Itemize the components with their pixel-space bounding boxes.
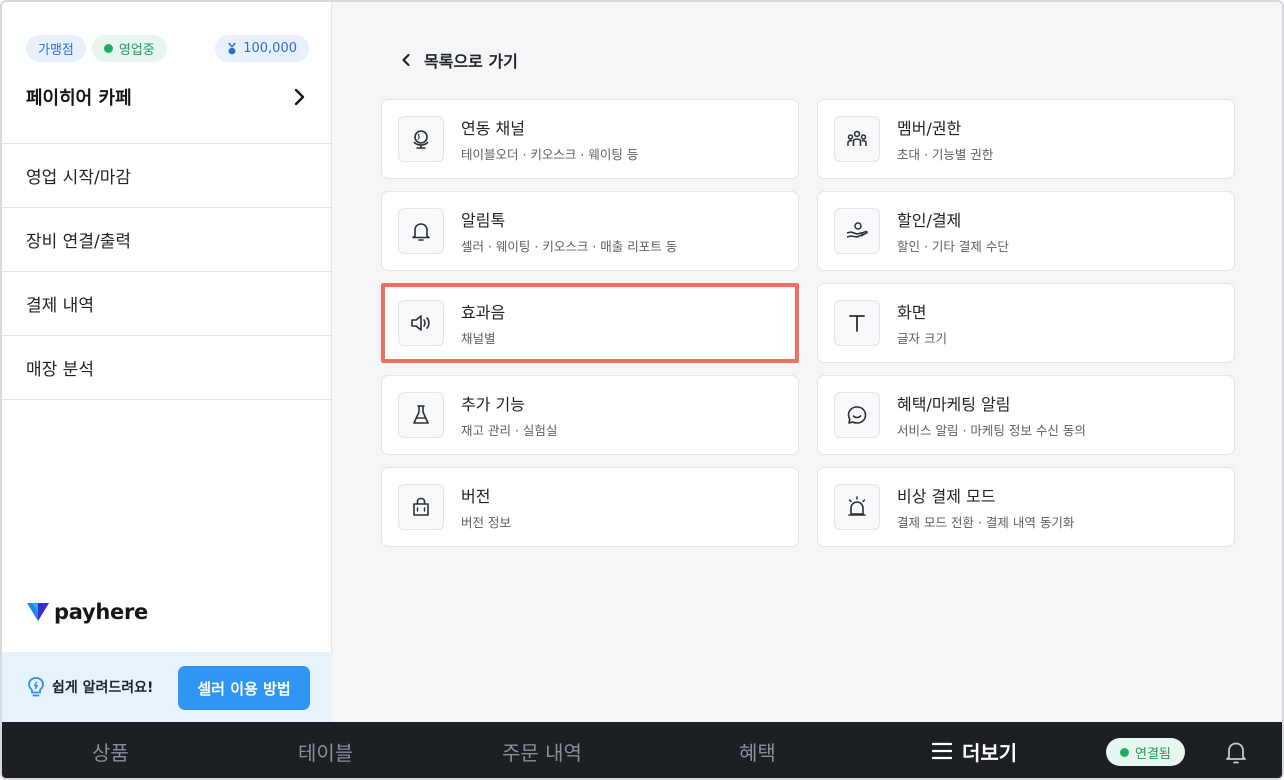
members-icon bbox=[847, 130, 867, 146]
card-subtitle: 결제 모드 전환 · 결제 내역 동기화 bbox=[897, 515, 1075, 530]
sidebar-item-open-close[interactable]: 영업 시작/마감 bbox=[2, 144, 331, 208]
icon-box bbox=[834, 208, 880, 254]
tab-orders[interactable]: 주문 내역 bbox=[502, 722, 582, 778]
card-display[interactable]: 화면 글자 크기 bbox=[817, 283, 1235, 363]
help-bar: 쉽게 알려드려요! 셀러 이용 방법 bbox=[2, 652, 332, 722]
card-title: 버전 bbox=[461, 487, 491, 506]
card-sound-effects[interactable]: 효과음 채널별 bbox=[381, 283, 799, 363]
seller-guide-button[interactable]: 셀러 이용 방법 bbox=[178, 666, 310, 710]
card-version[interactable]: 버전 버전 정보 bbox=[381, 467, 799, 547]
sidebar-item-devices[interactable]: 장비 연결/출력 bbox=[2, 208, 331, 272]
icon-box bbox=[398, 484, 444, 530]
icon-box bbox=[398, 208, 444, 254]
store-selector[interactable]: 페이히어 카페 bbox=[26, 84, 309, 110]
card-subtitle: 채널별 bbox=[461, 331, 496, 346]
card-alimtalk[interactable]: 알림톡 셀러 · 웨이팅 · 키오스크 · 매출 리포트 등 bbox=[381, 191, 799, 271]
sidebar-item-payments[interactable]: 결제 내역 bbox=[2, 272, 331, 336]
back-label: 목록으로 가기 bbox=[424, 52, 518, 71]
card-title: 화면 bbox=[897, 303, 927, 322]
card-subtitle: 재고 관리 · 실험실 bbox=[461, 423, 558, 438]
card-title: 할인/결제 bbox=[897, 211, 962, 230]
tab-benefits[interactable]: 혜택 bbox=[739, 722, 776, 778]
status-badge-label: 영업중 bbox=[118, 43, 155, 58]
tab-products[interactable]: 상품 bbox=[92, 722, 129, 778]
icon-box bbox=[834, 300, 880, 346]
tab-more[interactable]: 더보기 bbox=[932, 722, 1018, 778]
flask-icon bbox=[413, 405, 429, 424]
tab-tables[interactable]: 테이블 bbox=[298, 722, 353, 778]
points-value: 100,000 bbox=[243, 41, 297, 56]
icon-box bbox=[834, 116, 880, 162]
hamburger-icon bbox=[932, 742, 952, 760]
card-marketing-alerts[interactable]: 혜택/마케팅 알림 서비스 알림 · 마케팅 정보 수신 동의 bbox=[817, 375, 1235, 455]
store-header: 가맹점 영업중 100,000 페이히어 카페 bbox=[2, 2, 331, 144]
back-to-list-link[interactable]: 목록으로 가기 bbox=[400, 48, 518, 72]
bottom-nav: 상품 테이블 주문 내역 혜택 더보기 연결됨 bbox=[2, 722, 1282, 778]
notification-bell-icon[interactable] bbox=[1224, 739, 1248, 765]
alarm-light-icon bbox=[848, 496, 866, 516]
status-badge: 영업중 bbox=[91, 35, 167, 62]
text-t-icon bbox=[849, 315, 865, 332]
chevron-right-icon bbox=[294, 88, 305, 106]
sidebar-item-analytics[interactable]: 매장 분석 bbox=[2, 336, 331, 400]
card-subtitle: 할인 · 기타 결제 수단 bbox=[897, 239, 1009, 254]
card-title: 혜택/마케팅 알림 bbox=[897, 395, 1011, 414]
app-window: 가맹점 영업중 100,000 페이히어 카페 영업 시작/마감 장비 연결/출… bbox=[0, 0, 1284, 780]
globe-icon bbox=[413, 130, 429, 149]
bag-icon bbox=[413, 497, 429, 516]
bell-icon bbox=[412, 223, 430, 241]
speaker-icon bbox=[411, 315, 430, 331]
card-discount-payment[interactable]: 할인/결제 할인 · 기타 결제 수단 bbox=[817, 191, 1235, 271]
status-dot-icon bbox=[103, 44, 113, 53]
card-title: 연동 채널 bbox=[461, 119, 525, 138]
medal-icon bbox=[228, 42, 237, 54]
payhere-logo-icon bbox=[27, 603, 49, 621]
card-subtitle: 테이블오더 · 키오스크 · 웨이팅 등 bbox=[461, 147, 639, 162]
icon-box bbox=[834, 484, 880, 530]
logo-text: payhere bbox=[54, 600, 148, 624]
connection-dot-icon bbox=[1120, 747, 1129, 757]
chevron-left-icon bbox=[402, 53, 410, 67]
card-subtitle: 서비스 알림 · 마케팅 정보 수신 동의 bbox=[897, 423, 1086, 438]
points-badge[interactable]: 100,000 bbox=[215, 35, 309, 62]
connection-status-badge: 연결됨 bbox=[1106, 738, 1185, 766]
card-extra-features[interactable]: 추가 기능 재고 관리 · 실험실 bbox=[381, 375, 799, 455]
store-name: 페이히어 카페 bbox=[26, 88, 132, 109]
card-members-permissions[interactable]: 멤버/권한 초대 · 기능별 권한 bbox=[817, 99, 1235, 179]
card-emergency-payment[interactable]: 비상 결제 모드 결제 모드 전환 · 결제 내역 동기화 bbox=[817, 467, 1235, 547]
connection-status-label: 연결됨 bbox=[1135, 746, 1171, 762]
card-subtitle: 셀러 · 웨이팅 · 키오스크 · 매출 리포트 등 bbox=[461, 239, 678, 254]
sidebar: 가맹점 영업중 100,000 페이히어 카페 영업 시작/마감 장비 연결/출… bbox=[2, 2, 332, 722]
card-subtitle: 버전 정보 bbox=[461, 515, 511, 530]
card-title: 추가 기능 bbox=[461, 395, 525, 414]
card-title: 멤버/권한 bbox=[897, 119, 962, 138]
icon-box bbox=[398, 392, 444, 438]
card-subtitle: 글자 크기 bbox=[897, 331, 947, 346]
card-title: 비상 결제 모드 bbox=[897, 487, 996, 506]
lightbulb-icon bbox=[28, 677, 44, 697]
tab-more-label: 더보기 bbox=[962, 740, 1018, 765]
franchise-badge: 가맹점 bbox=[26, 35, 86, 62]
help-text: 쉽게 알려드려요! bbox=[52, 680, 154, 696]
card-title: 알림톡 bbox=[461, 211, 506, 230]
card-linked-channels[interactable]: 연동 채널 테이블오더 · 키오스크 · 웨이팅 등 bbox=[381, 99, 799, 179]
chat-smile-icon bbox=[847, 406, 867, 424]
card-title: 효과음 bbox=[461, 303, 506, 322]
payhere-logo: payhere bbox=[26, 600, 148, 624]
icon-box bbox=[398, 116, 444, 162]
hand-coin-icon bbox=[846, 222, 868, 238]
icon-box bbox=[834, 392, 880, 438]
card-subtitle: 초대 · 기능별 권한 bbox=[897, 147, 994, 162]
icon-box bbox=[398, 300, 444, 346]
